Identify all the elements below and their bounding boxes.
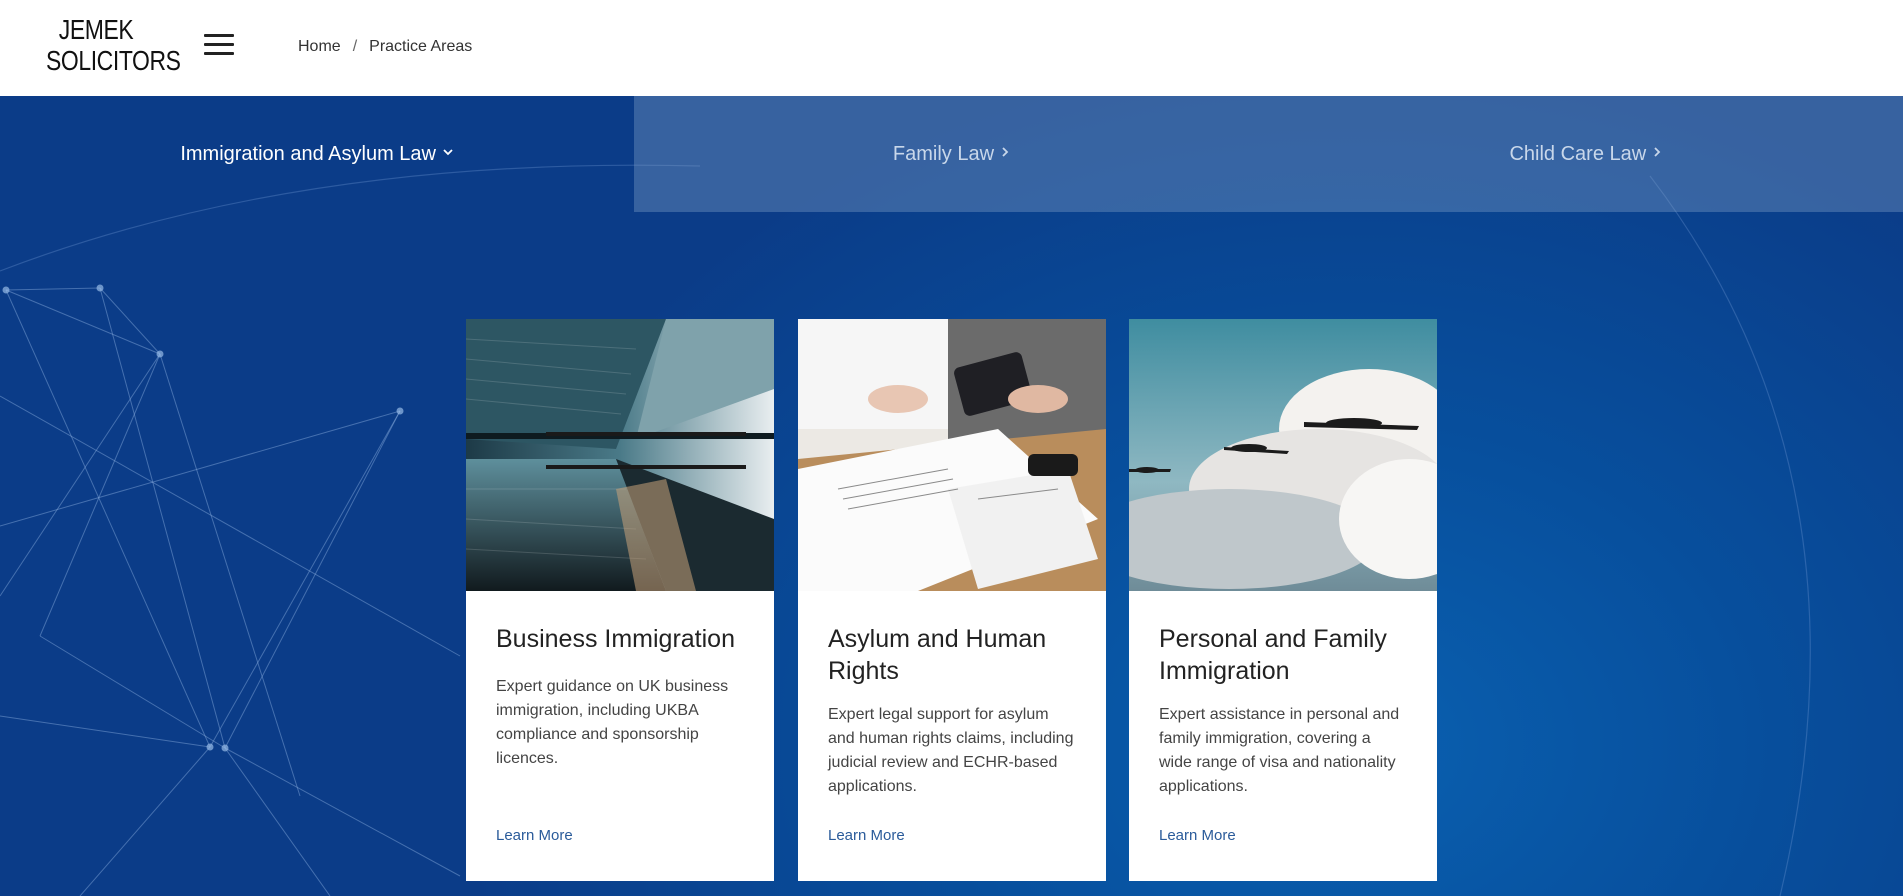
- site-logo[interactable]: JEMEK SOLICITORS: [46, 14, 181, 76]
- breadcrumb-current: Practice Areas: [369, 38, 473, 55]
- tab-label: Immigration and Asylum Law: [180, 142, 436, 165]
- chevron-right-icon: [1652, 145, 1662, 163]
- card-body: Asylum and Human Rights Expert legal sup…: [798, 591, 1106, 881]
- card-description: Expert legal support for asylum and huma…: [828, 706, 1074, 795]
- planes-clouds-image: [1129, 319, 1437, 591]
- chevron-down-icon: [442, 145, 454, 163]
- practice-card-business-immigration: Business Immigration Expert guidance on …: [466, 319, 774, 881]
- tab-family-law[interactable]: Family Law: [634, 96, 1269, 212]
- card-body: Personal and Family Immigration Expert a…: [1129, 591, 1437, 881]
- skyscraper-reflection-image: [466, 319, 774, 591]
- card-title: Business Immigration: [496, 625, 735, 653]
- logo-line-1: JEMEK: [58, 14, 134, 45]
- menu-icon[interactable]: [204, 34, 234, 58]
- tab-child-care-law[interactable]: Child Care Law: [1268, 96, 1903, 212]
- tab-immigration-asylum[interactable]: Immigration and Asylum Law: [0, 96, 634, 212]
- card-description: Expert guidance on UK business immigrati…: [496, 678, 729, 767]
- chevron-right-icon: [1000, 145, 1010, 163]
- card-description: Expert assistance in personal and family…: [1159, 706, 1400, 795]
- tab-label: Family Law: [892, 142, 995, 165]
- logo-line-2: SOLICITORS: [46, 45, 181, 76]
- learn-more-link[interactable]: Learn More: [1159, 827, 1236, 844]
- tab-label: Child Care Law: [1509, 142, 1647, 165]
- practice-card-personal-family-immigration: Personal and Family Immigration Expert a…: [1129, 319, 1437, 881]
- breadcrumb-home-link[interactable]: Home: [298, 38, 341, 56]
- learn-more-link[interactable]: Learn More: [496, 827, 573, 844]
- card-body: Business Immigration Expert guidance on …: [466, 591, 774, 881]
- practice-area-tabs: Immigration and Asylum Law Family Law Ch…: [0, 96, 1903, 212]
- site-header: JEMEK SOLICITORS Home / Practice Areas: [0, 0, 1903, 96]
- card-title: Asylum and Human Rights: [828, 625, 1047, 685]
- breadcrumb: Home / Practice Areas: [298, 38, 472, 56]
- documents-meeting-image: [798, 319, 1106, 591]
- card-title: Personal and Family Immigration: [1159, 625, 1387, 685]
- breadcrumb-separator: /: [352, 38, 358, 55]
- practice-card-asylum-human-rights: Asylum and Human Rights Expert legal sup…: [798, 319, 1106, 881]
- learn-more-link[interactable]: Learn More: [828, 827, 905, 844]
